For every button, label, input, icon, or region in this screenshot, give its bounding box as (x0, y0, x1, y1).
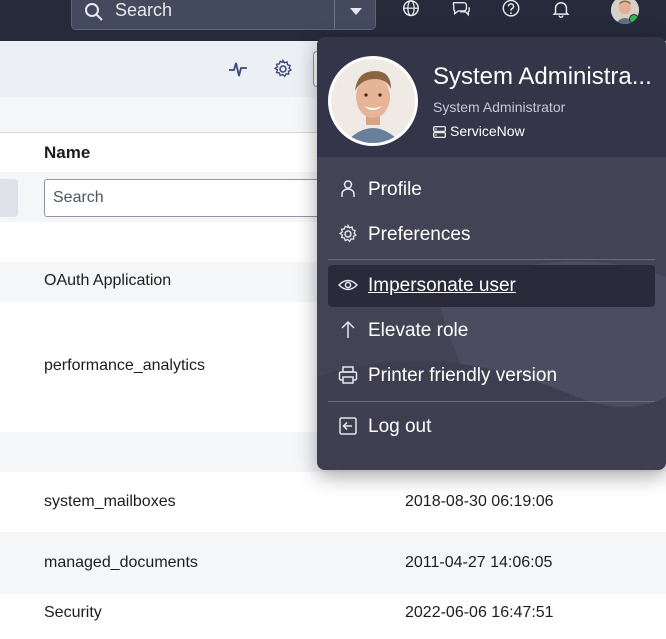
gear-icon (338, 223, 358, 244)
logout-icon (338, 416, 358, 436)
person-icon (338, 179, 358, 199)
row-date: 2018-08-30 06:19:06 (405, 493, 554, 510)
search-icon (84, 2, 104, 27)
user-display-name: System Administra... (433, 63, 652, 90)
menu-item-log-out[interactable]: Log out (328, 406, 655, 448)
menu-item-profile[interactable]: Profile (328, 169, 655, 211)
global-search-input[interactable]: Search (115, 0, 172, 21)
table-row[interactable]: system_mailboxes 2018-08-30 06:19:06 (0, 472, 666, 532)
menu-item-impersonate-user[interactable]: Impersonate user (328, 265, 655, 307)
server-icon (433, 125, 446, 141)
filter-row-handle[interactable] (0, 179, 18, 217)
menu-item-elevate-role[interactable]: Elevate role (328, 310, 655, 352)
row-name[interactable]: managed_documents (44, 554, 198, 572)
menu-item-label: Log out (368, 416, 432, 437)
user-instance: ServiceNow (433, 123, 525, 141)
row-name[interactable]: performance_analytics (44, 357, 205, 375)
row-date: 2022-06-06 16:47:51 (405, 604, 554, 621)
user-menu-dropdown: System Administra... System Administrato… (317, 37, 666, 470)
row-name[interactable]: Security (44, 604, 102, 622)
global-search[interactable]: Search (71, 0, 376, 30)
menu-item-printer-friendly-version[interactable]: Printer friendly version (328, 355, 655, 397)
menu-item-preferences[interactable]: Preferences (328, 214, 655, 256)
search-divider (334, 0, 335, 29)
row-name[interactable]: system_mailboxes (44, 493, 176, 511)
table-row[interactable]: Security 2022-06-06 16:47:51 (0, 594, 666, 639)
menu-item-label: Impersonate user (368, 275, 516, 296)
menu-item-label: Profile (368, 179, 422, 200)
user-avatar (328, 56, 418, 146)
help-icon[interactable] (500, 0, 522, 20)
user-role: System Administrator (433, 99, 566, 115)
row-date: 2011-04-27 14:06:05 (405, 554, 553, 571)
menu-item-label: Printer friendly version (368, 365, 558, 386)
eye-icon (337, 275, 359, 295)
avatar-photo (331, 59, 415, 143)
instance-name: ServiceNow (450, 123, 525, 139)
activity-icon[interactable] (228, 59, 248, 84)
top-header: Search (0, 0, 666, 41)
column-header-name[interactable]: Name (44, 143, 90, 163)
globe-icon[interactable] (400, 0, 422, 20)
gear-icon[interactable] (273, 58, 293, 84)
menu-item-label: Preferences (368, 224, 471, 245)
user-avatar-button[interactable] (611, 0, 639, 24)
chevron-down-icon[interactable] (348, 4, 364, 22)
name-search-input[interactable]: Search (44, 179, 334, 217)
bell-icon[interactable] (550, 0, 572, 20)
menu-item-label: Elevate role (368, 320, 469, 341)
printer-icon (338, 365, 358, 385)
menu-divider (328, 401, 655, 402)
arrow-up-icon (338, 320, 358, 340)
chat-icon[interactable] (450, 0, 472, 20)
row-name[interactable]: OAuth Application (44, 272, 171, 290)
online-status-indicator (629, 14, 639, 24)
table-row[interactable]: managed_documents 2011-04-27 14:06:05 (0, 532, 666, 594)
menu-divider (328, 259, 655, 260)
